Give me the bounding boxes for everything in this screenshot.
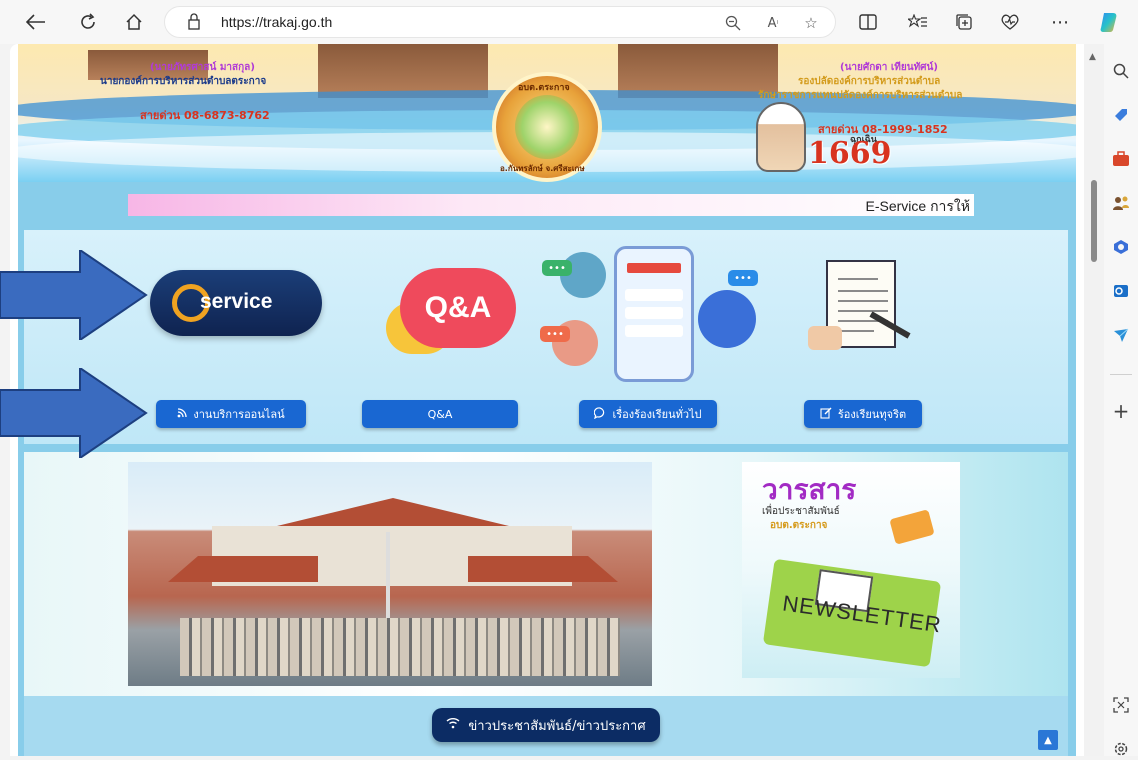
scroll-up-icon[interactable]: ▲	[1089, 52, 1096, 62]
chat-icon	[594, 406, 606, 422]
seal-text-bottom: อ.กันทรลักษ์ จ.ศรีสะเกษ	[500, 164, 585, 173]
eservice-logo[interactable]: service	[150, 270, 322, 336]
send-icon[interactable]	[1110, 324, 1132, 346]
rss-icon	[177, 407, 188, 421]
split-screen-icon[interactable]	[854, 8, 882, 36]
collections-icon[interactable]	[950, 8, 978, 36]
settings-icon[interactable]	[1110, 738, 1132, 760]
mayor-title: นายกองค์การบริหารส่วนตำบลตระกาจ	[100, 76, 267, 87]
qa-button-label: Q&A	[427, 407, 453, 421]
qa-logo[interactable]: Q&A	[386, 262, 516, 362]
group-people	[180, 618, 620, 676]
emergency-number: 1669	[808, 136, 892, 171]
corruption-complaint-button[interactable]: ร้องเรียนทุจริต	[804, 400, 922, 428]
deputy-title-1: รองปลัดองค์การบริหารส่วนตำบล	[798, 76, 941, 87]
mascot-image	[756, 102, 806, 172]
arrow-pointer-online-service	[0, 368, 148, 458]
chat-bubble-icon: •••	[542, 260, 572, 276]
browser-toolbar: https://trakaj.go.th A ⁾ ☆ ⋯	[0, 0, 1138, 44]
seal-text-top: อบต.ตระกาจ	[518, 83, 570, 93]
hotline-left: สายด่วน 08-6873-8762	[140, 109, 270, 122]
newsletter-banner[interactable]: วารสาร เพื่อประชาสัมพันธ์ อบต.ตระกาจ NEW…	[742, 462, 960, 678]
corruption-complaint-label: ร้องเรียนทุจริต	[837, 408, 907, 421]
page-viewport: (นายภัทรศาสน์ มาสกุล) นายกองค์การบริหารส…	[10, 44, 1104, 756]
home-icon[interactable]	[120, 8, 148, 36]
news-ticker[interactable]: E-Service การให้	[128, 194, 974, 216]
person-avatar	[698, 290, 756, 348]
browser-sidebar: +	[1104, 44, 1138, 756]
online-service-button[interactable]: งานบริการออนไลน์	[156, 400, 306, 428]
search-icon[interactable]	[1110, 60, 1132, 82]
news-button-label: ข่าวประชาสัมพันธ์/ข่าวประกาศ	[468, 718, 646, 734]
qa-logo-text: Q&A	[400, 268, 516, 348]
clipboard-illustration[interactable]	[808, 250, 911, 362]
more-icon[interactable]: ⋯	[1046, 8, 1074, 36]
site-info-icon[interactable]	[187, 13, 201, 31]
seal-emblem	[515, 95, 579, 159]
copilot-icon[interactable]	[1096, 8, 1124, 36]
sidebar-divider	[1110, 374, 1132, 375]
performance-icon[interactable]	[996, 8, 1024, 36]
complaint-illustration[interactable]: ••• ••• •••	[538, 244, 758, 384]
header-banner: (นายภัทรศาสน์ มาสกุล) นายกองค์การบริหารส…	[18, 44, 1076, 182]
tools-icon[interactable]	[1110, 148, 1132, 170]
back-to-top-button[interactable]: ▲	[1038, 730, 1058, 750]
tag-icon[interactable]	[1110, 104, 1132, 126]
read-aloud-icon[interactable]: A ⁾	[761, 11, 785, 35]
chat-bubble-icon: •••	[540, 326, 570, 342]
scroll-thumb[interactable]	[1091, 180, 1097, 262]
general-complaint-label: เรื่องร้องเรียนทั่วไป	[612, 408, 702, 421]
outlook-icon[interactable]	[1110, 280, 1132, 302]
office-icon[interactable]	[1110, 236, 1132, 258]
eservice-logo-text: service	[200, 290, 273, 313]
news-button[interactable]: ข่าวประชาสัมพันธ์/ข่าวประกาศ	[432, 708, 660, 742]
hand-icon	[808, 326, 842, 350]
chevron-up-icon: ▲	[1044, 734, 1052, 746]
page-scrollbar[interactable]: ▲	[1084, 44, 1104, 756]
megaphone-icon	[889, 509, 935, 545]
online-service-label: งานบริการออนไลน์	[193, 408, 285, 421]
favorites-list-icon[interactable]	[904, 8, 932, 36]
newsletter-card: NEWSLETTER	[762, 558, 943, 668]
qa-button[interactable]: Q&A	[362, 400, 518, 428]
ticker-text[interactable]: E-Service การให้	[866, 196, 971, 218]
edit-icon	[820, 407, 832, 422]
mayor-name: (นายภัทรศาสน์ มาสกุล)	[150, 62, 255, 73]
newsletter-org: อบต.ตระกาจ	[770, 520, 828, 531]
phone-illustration	[614, 246, 694, 382]
deputy-title-2: รักษาราชการแทนปลัดองค์การบริหารส่วนตำบล	[758, 90, 963, 101]
back-icon[interactable]	[22, 8, 50, 36]
refresh-icon[interactable]	[74, 8, 102, 36]
favorite-icon[interactable]: ☆	[799, 11, 823, 35]
add-icon[interactable]: +	[1110, 399, 1132, 423]
chat-bubble-icon: •••	[728, 270, 758, 286]
general-complaint-button[interactable]: เรื่องร้องเรียนทั่วไป	[579, 400, 717, 428]
wifi-icon	[446, 717, 460, 733]
newsletter-subtitle: เพื่อประชาสัมพันธ์	[762, 506, 840, 517]
people-icon[interactable]	[1110, 192, 1132, 214]
zoom-out-icon[interactable]	[721, 11, 745, 35]
arrow-pointer-eservice	[0, 250, 148, 340]
office-group-photo[interactable]	[128, 462, 652, 686]
url-text[interactable]: https://trakaj.go.th	[221, 14, 332, 30]
deputy-name: (นายศักดา เทียนทัศน์)	[840, 62, 938, 73]
address-bar[interactable]: https://trakaj.go.th A ⁾ ☆	[164, 6, 836, 38]
screenshot-icon[interactable]	[1110, 694, 1132, 716]
